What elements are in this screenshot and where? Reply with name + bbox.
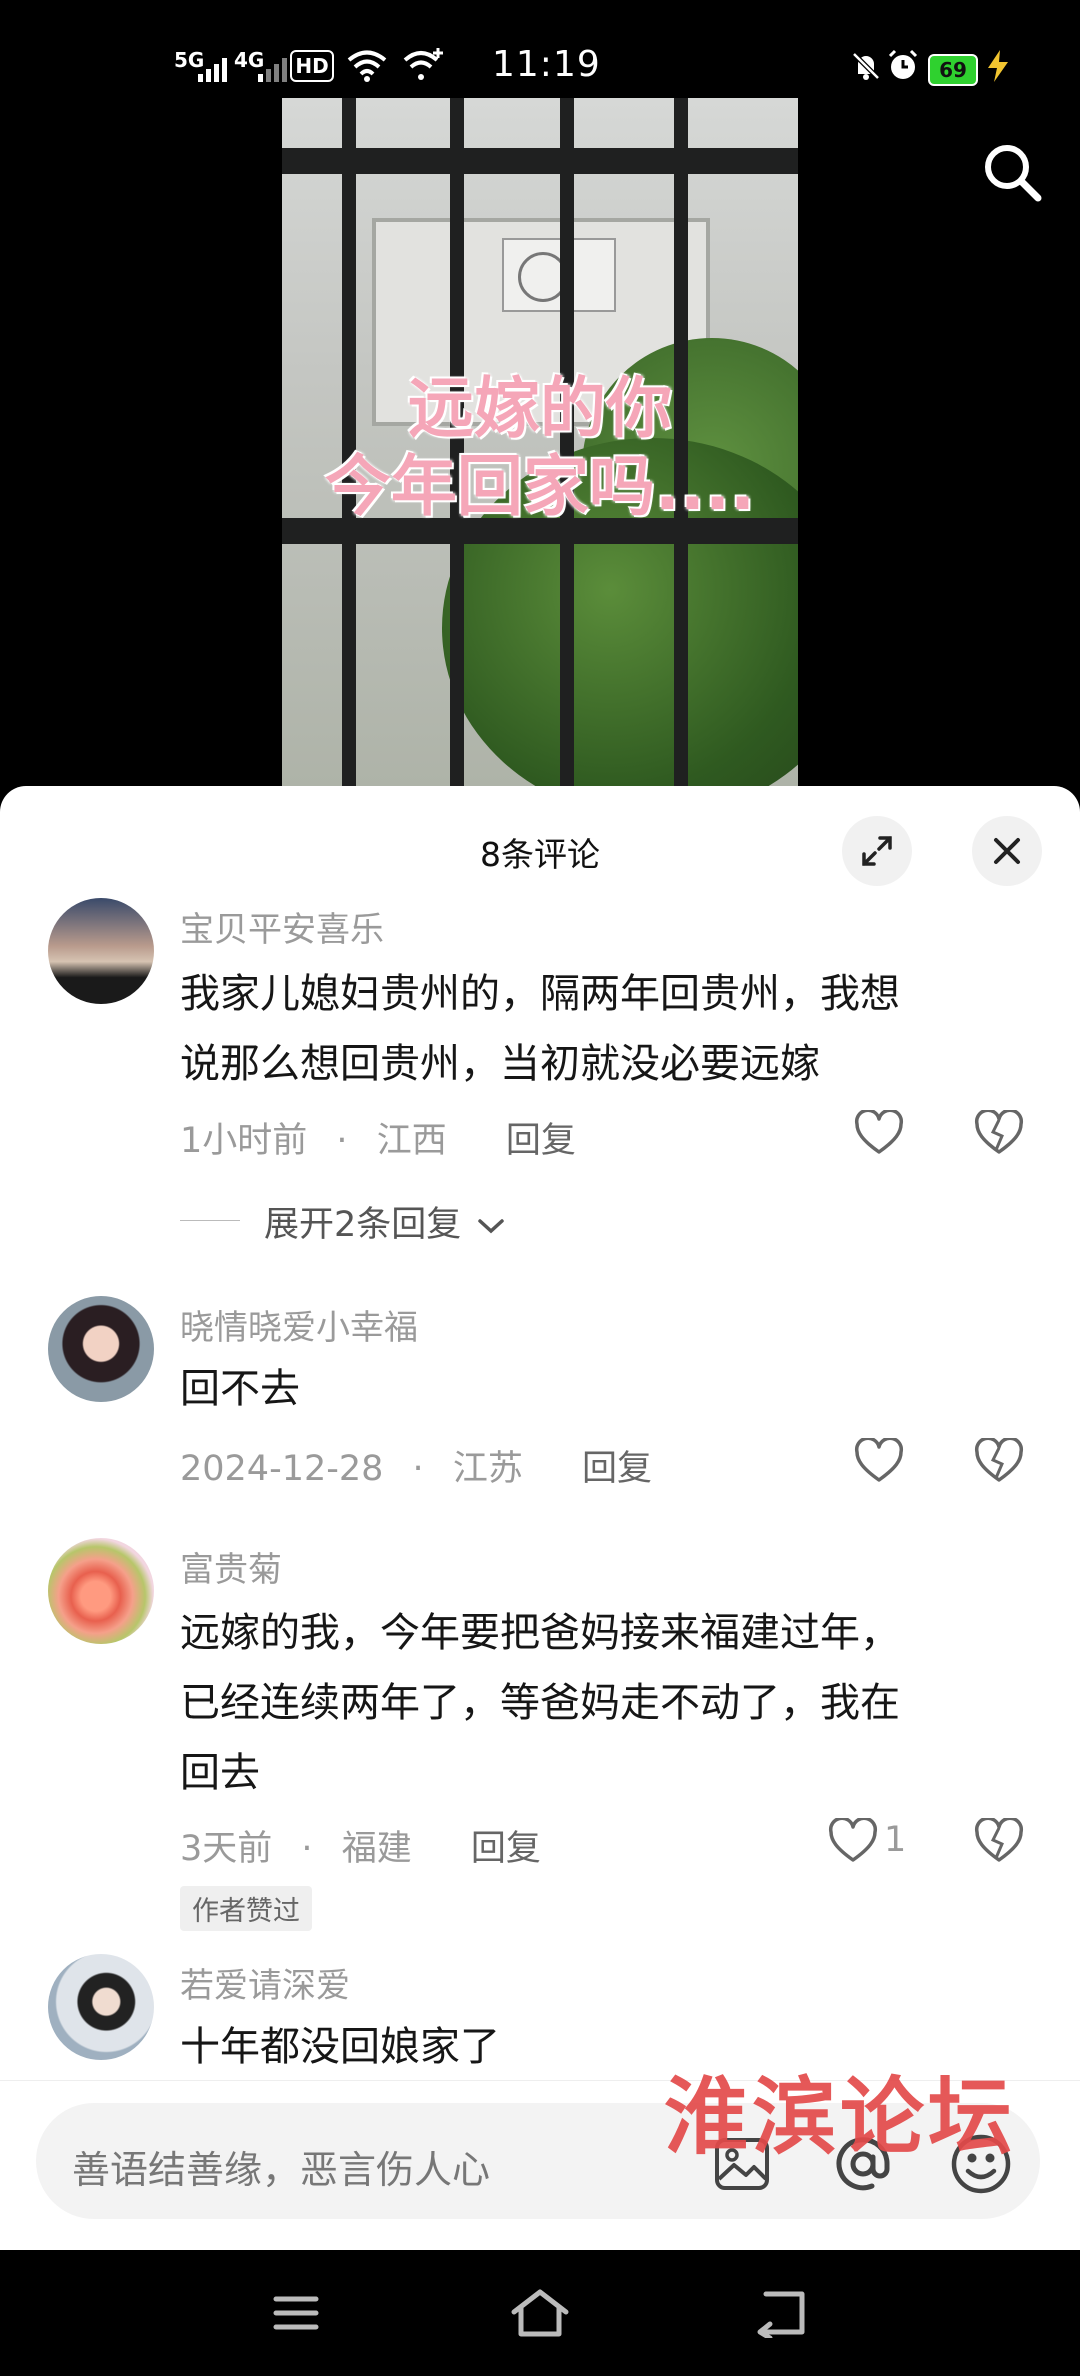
video-player[interactable]: 远嫁的你 今年回家吗.... <box>282 98 798 788</box>
expand-icon <box>862 836 892 866</box>
comments-sheet: 8条评论 宝贝平安喜乐 我家儿媳妇贵州的，隔两年回贵州，我想 说那么想回贵州，当… <box>0 786 1080 2250</box>
window-bar <box>282 148 798 174</box>
heart-icon[interactable] <box>828 1818 878 1864</box>
broken-heart-icon[interactable] <box>974 1110 1024 1156</box>
back-icon[interactable] <box>752 2288 808 2338</box>
expand-replies-label: 展开2条回复 <box>264 1205 462 1245</box>
menu-icon[interactable] <box>272 2294 320 2332</box>
comment-time: 3天前 <box>180 1829 273 1869</box>
comment-meta: 2024-12-28 · 江苏 回复 <box>180 1440 652 1491</box>
comment-username[interactable]: 晓情晓爱小幸福 <box>180 1300 418 1349</box>
comment-location: 江苏 <box>452 1449 523 1489</box>
reply-button[interactable]: 回复 <box>582 1449 652 1489</box>
comment-username[interactable]: 富贵菊 <box>180 1542 282 1591</box>
clock: 11:19 <box>492 44 601 85</box>
broken-heart-icon[interactable] <box>974 1438 1024 1484</box>
forum-watermark: 淮滨论坛 <box>664 2067 1017 2166</box>
comments-title: 8条评论 <box>480 835 600 874</box>
heart-icon[interactable] <box>854 1438 904 1484</box>
comment-text-line: 回不去 <box>180 1366 300 1412</box>
charging-icon <box>988 50 1008 82</box>
broken-heart-icon[interactable] <box>974 1818 1024 1864</box>
avatar[interactable] <box>48 898 154 1004</box>
search-icon[interactable] <box>980 140 1044 204</box>
comment-text-line: 回去 <box>180 1750 260 1796</box>
video-caption-line2: 今年回家吗.... <box>324 448 756 525</box>
divider <box>180 1220 240 1221</box>
author-liked-badge: 作者赞过 <box>180 1886 312 1931</box>
avatar[interactable] <box>48 1296 154 1402</box>
separator-dot: · <box>336 1121 348 1161</box>
home-icon[interactable] <box>510 2288 570 2338</box>
heart-icon[interactable] <box>854 1110 904 1156</box>
wifi-plus-icon <box>403 48 443 80</box>
comment-input-placeholder: 善语结善缘，恶言伤人心 <box>72 2148 491 2192</box>
comment-username[interactable]: 宝贝平安喜乐 <box>180 902 384 951</box>
video-caption-line1: 远嫁的你 <box>408 370 672 447</box>
expand-replies-button[interactable]: 展开2条回复 <box>264 1196 506 1247</box>
signal-bars-icon <box>258 56 287 82</box>
close-button[interactable] <box>972 816 1042 886</box>
comment-text-line: 说那么想回贵州，当初就没必要远嫁 <box>180 1041 820 1087</box>
separator-dot: · <box>412 1449 424 1489</box>
signal-bars-icon <box>198 56 227 82</box>
expand-button[interactable] <box>842 816 912 886</box>
avatar[interactable] <box>48 1538 154 1644</box>
chevron-down-icon <box>478 1219 505 1234</box>
comment-text-line: 我家儿媳妇贵州的，隔两年回贵州，我想 <box>180 971 900 1017</box>
comment-text-line: 远嫁的我，今年要把爸妈接来福建过年， <box>180 1610 900 1656</box>
hd-voice-icon: HD <box>290 50 334 82</box>
reply-button[interactable]: 回复 <box>506 1121 576 1161</box>
like-count: 1 <box>884 1820 907 1860</box>
comment-meta: 1小时前 · 江西 回复 <box>180 1112 576 1163</box>
system-nav-bar <box>0 2250 1080 2376</box>
mute-icon <box>852 52 880 80</box>
comment-text: 我家儿媳妇贵州的，隔两年回贵州，我想 说那么想回贵州，当初就没必要远嫁 <box>180 959 1060 1099</box>
close-icon <box>994 838 1020 864</box>
comment-meta: 3天前 · 福建 回复 <box>180 1820 541 1871</box>
comment-username[interactable]: 若爱请深爱 <box>180 1958 350 2007</box>
comment-location: 福建 <box>341 1829 412 1869</box>
comment-text: 回不去 <box>180 1354 1060 1424</box>
video-air-conditioner <box>502 238 616 312</box>
hd-label: HD <box>295 54 329 78</box>
comment-location: 江西 <box>376 1121 447 1161</box>
comment-text-line: 已经连续两年了，等爸妈走不动了，我在 <box>180 1680 900 1726</box>
alarm-icon <box>888 49 918 79</box>
wifi-icon <box>347 50 387 82</box>
comment-text: 远嫁的我，今年要把爸妈接来福建过年， 已经连续两年了，等爸妈走不动了，我在 回去 <box>180 1598 1060 1808</box>
status-bar: 5G 4G HD 11:19 69 <box>0 0 1080 98</box>
comment-time: 2024-12-28 <box>180 1449 384 1489</box>
battery-indicator: 69 <box>928 54 978 86</box>
avatar[interactable] <box>48 1954 154 2060</box>
comment-time: 1小时前 <box>180 1121 308 1161</box>
separator-dot: · <box>301 1829 313 1869</box>
reply-button[interactable]: 回复 <box>471 1829 541 1869</box>
